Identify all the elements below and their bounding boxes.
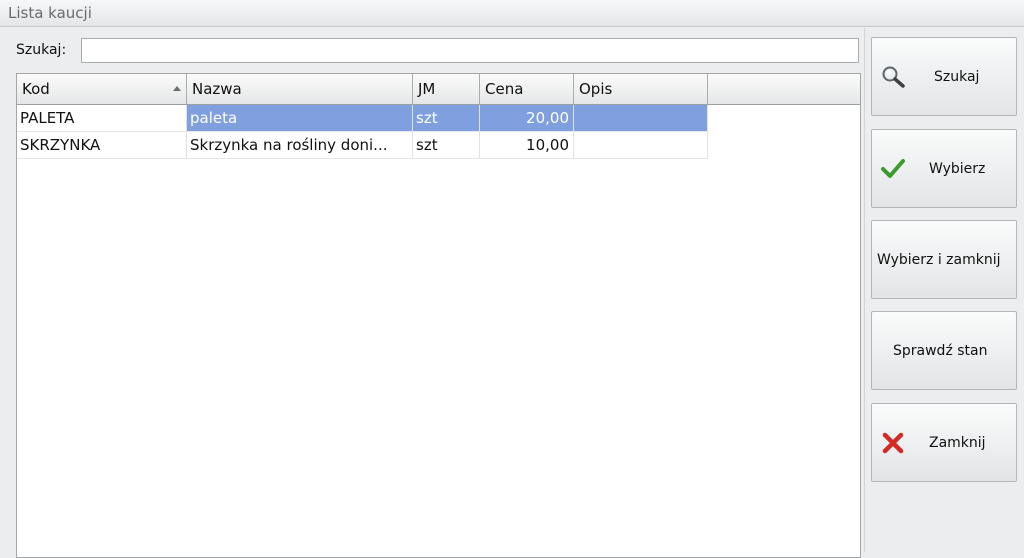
select-button[interactable]: Wybierz bbox=[871, 129, 1017, 208]
cell-cena: 10,00 bbox=[480, 132, 574, 159]
cell-nazwa: Skrzynka na rośliny doni... bbox=[187, 132, 413, 159]
select-and-close-button-label: Wybierz i zamknij bbox=[877, 252, 1001, 268]
search-button-label: Szukaj bbox=[934, 69, 980, 85]
sort-ascending-icon bbox=[173, 86, 181, 91]
column-header-label: Kod bbox=[22, 80, 50, 98]
panel-divider bbox=[864, 28, 865, 552]
green-check-icon bbox=[880, 156, 906, 182]
cell-opis bbox=[574, 132, 708, 159]
close-button[interactable]: Zamknij bbox=[871, 403, 1017, 482]
column-header-jm[interactable]: JM bbox=[413, 74, 480, 104]
column-header-label: Opis bbox=[579, 80, 613, 98]
cell-kod: SKRZYNKA bbox=[17, 132, 187, 159]
cell-cena: 20,00 bbox=[480, 105, 574, 132]
title-bar: Lista kaucji bbox=[0, 0, 1024, 27]
column-header-opis[interactable]: Opis bbox=[574, 74, 708, 104]
column-header-cena[interactable]: Cena bbox=[480, 74, 574, 104]
check-stock-button[interactable]: Sprawdź stan bbox=[871, 311, 1017, 390]
cell-nazwa: paleta bbox=[187, 105, 413, 132]
check-stock-button-label: Sprawdź stan bbox=[893, 343, 988, 359]
window-title: Lista kaucji bbox=[8, 4, 92, 22]
table-row[interactable]: PALETA paleta szt 20,00 bbox=[17, 105, 708, 132]
deposit-list-grid[interactable]: Kod Nazwa JM Cena Opis PALETA paleta szt… bbox=[16, 73, 861, 558]
select-button-label: Wybierz bbox=[929, 161, 986, 177]
cell-jm: szt bbox=[413, 132, 480, 159]
search-label: Szukaj: bbox=[16, 42, 67, 58]
table-row[interactable]: SKRZYNKA Skrzynka na rośliny doni... szt… bbox=[17, 132, 708, 159]
magnifier-icon bbox=[880, 64, 906, 90]
search-input[interactable] bbox=[81, 38, 859, 63]
cell-opis bbox=[574, 105, 708, 132]
cell-kod: PALETA bbox=[17, 105, 187, 132]
column-header-nazwa[interactable]: Nazwa bbox=[187, 74, 413, 104]
red-x-icon bbox=[880, 430, 906, 456]
column-header-label: JM bbox=[418, 80, 436, 98]
column-header-label: Nazwa bbox=[192, 80, 242, 98]
cell-jm: szt bbox=[413, 105, 480, 132]
select-and-close-button[interactable]: Wybierz i zamknij bbox=[871, 220, 1017, 299]
grid-header: Kod Nazwa JM Cena Opis bbox=[17, 74, 860, 105]
search-button[interactable]: Szukaj bbox=[871, 37, 1017, 116]
column-header-label: Cena bbox=[485, 80, 524, 98]
close-button-label: Zamknij bbox=[929, 435, 986, 451]
column-header-kod[interactable]: Kod bbox=[17, 74, 187, 104]
